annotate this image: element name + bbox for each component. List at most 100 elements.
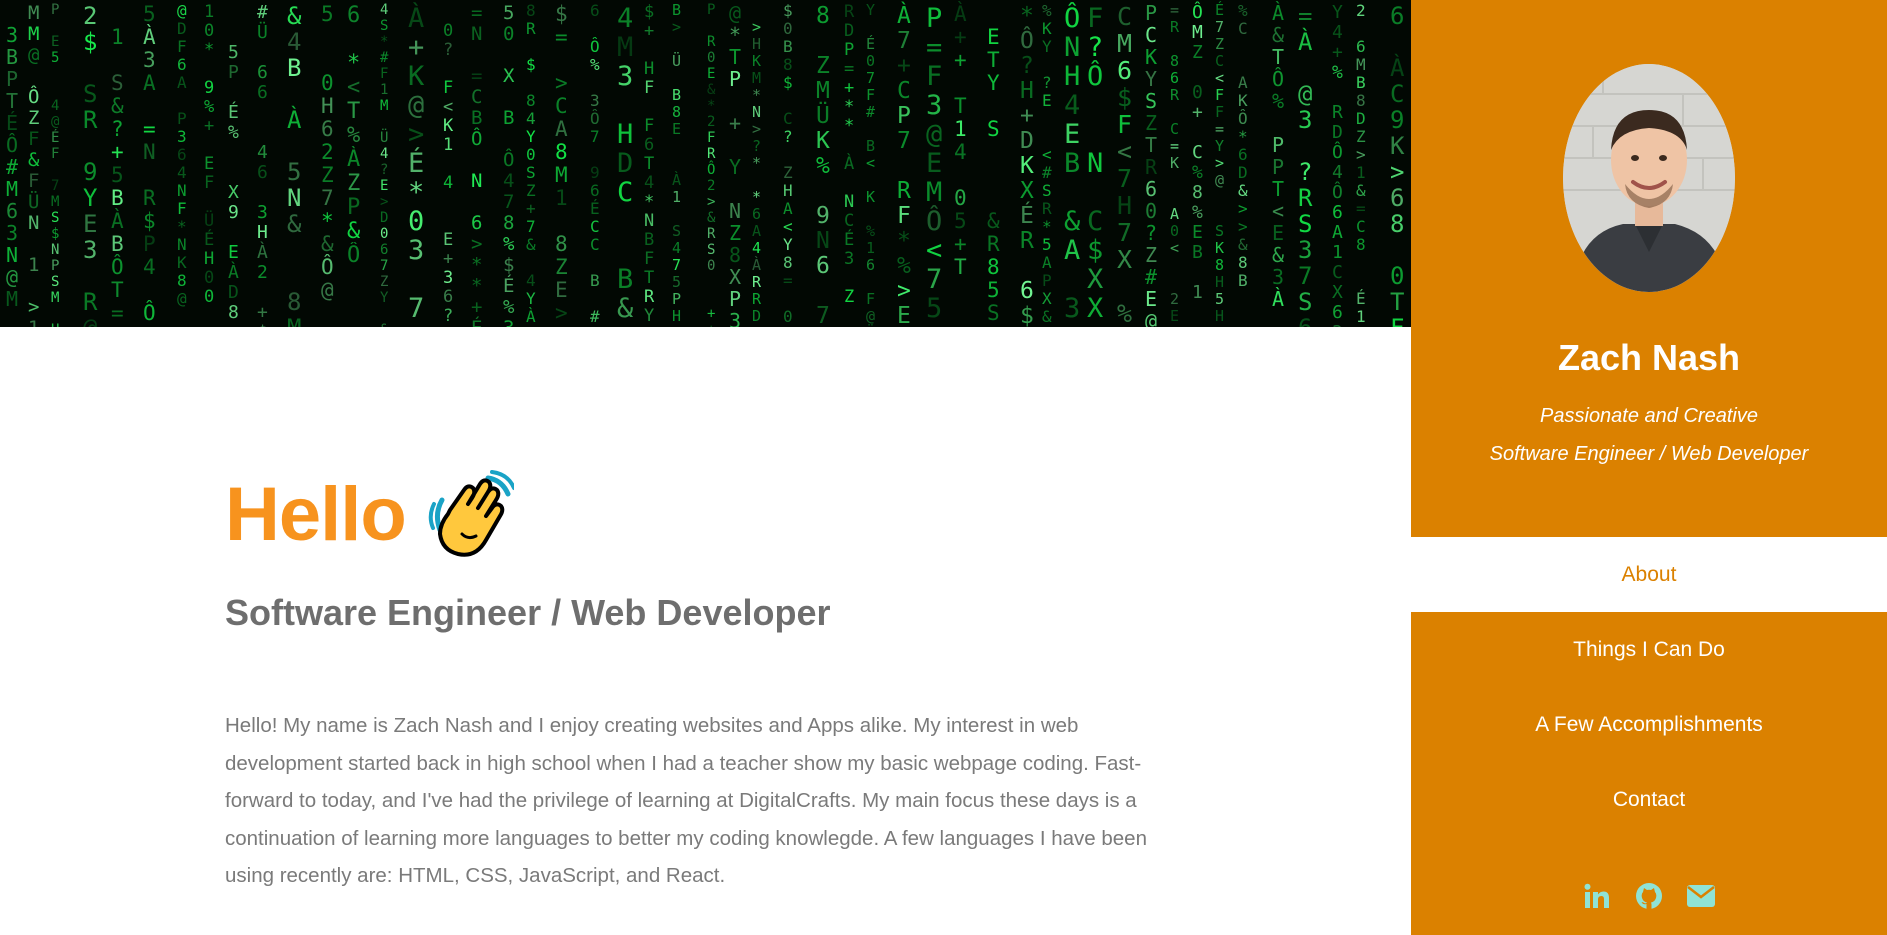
svg-text:Ü: Ü [204, 209, 214, 231]
svg-text:7: 7 [51, 178, 59, 194]
svg-text:Ô: Ô [1064, 2, 1080, 34]
svg-text:&: & [1272, 243, 1284, 267]
svg-text:6: 6 [347, 3, 360, 28]
svg-text:M: M [617, 32, 633, 63]
svg-text:@: @ [28, 44, 39, 66]
svg-text:&: & [287, 2, 302, 30]
svg-text:F: F [177, 37, 187, 56]
svg-text:K: K [1215, 239, 1224, 257]
svg-text:+: + [471, 296, 482, 318]
github-icon[interactable] [1633, 880, 1665, 912]
svg-text:E: E [1145, 287, 1157, 311]
svg-text:6: 6 [443, 287, 453, 307]
svg-text:6: 6 [1390, 2, 1404, 30]
svg-text:K: K [1020, 153, 1034, 179]
svg-text:À: À [752, 255, 761, 274]
svg-text:6: 6 [1170, 69, 1179, 87]
nav-item-contact[interactable]: Contact [1411, 762, 1887, 837]
svg-text:Ô: Ô [1238, 109, 1248, 128]
svg-text:M: M [926, 177, 942, 208]
svg-text:R: R [1170, 18, 1180, 36]
bio-paragraph: Hello! My name is Zach Nash and I enjoy … [225, 714, 1147, 887]
envelope-icon[interactable] [1685, 880, 1717, 912]
svg-text:5: 5 [287, 158, 301, 186]
svg-text:Y: Y [526, 289, 536, 308]
svg-text:T: T [954, 94, 967, 118]
svg-text:#: # [1145, 265, 1157, 289]
svg-text:S: S [111, 71, 124, 95]
svg-text:0: 0 [1170, 222, 1179, 240]
svg-text:B: B [1356, 73, 1366, 92]
svg-text:Ô: Ô [590, 109, 600, 128]
svg-text:Z: Z [1356, 127, 1366, 146]
svg-text:T: T [644, 268, 654, 288]
svg-text:É: É [408, 147, 424, 179]
svg-text:D: D [617, 148, 633, 179]
svg-text:4: 4 [380, 146, 388, 162]
svg-text:Ü: Ü [866, 323, 875, 327]
svg-text:9: 9 [816, 203, 830, 229]
svg-text:0: 0 [321, 71, 334, 95]
svg-text:À: À [257, 241, 268, 263]
svg-text:*: * [844, 97, 854, 117]
svg-text:7: 7 [526, 217, 536, 236]
svg-text:3: 3 [408, 235, 424, 266]
svg-text:6: 6 [1332, 202, 1343, 223]
svg-text:@: @ [177, 289, 187, 308]
svg-text:K: K [816, 128, 830, 154]
svg-text:%: % [1238, 1, 1248, 20]
svg-text:#: # [1042, 163, 1052, 182]
svg-text:>: > [672, 18, 681, 36]
svg-text:Z: Z [1192, 42, 1203, 63]
svg-text:M: M [51, 194, 59, 210]
svg-text:$: $ [555, 2, 568, 26]
svg-text:8: 8 [526, 91, 536, 110]
svg-text:C: C [1117, 2, 1132, 31]
svg-text:%: % [228, 122, 239, 143]
svg-text:6: 6 [257, 82, 268, 103]
svg-text:5: 5 [1215, 290, 1224, 308]
svg-text:4: 4 [954, 140, 967, 164]
nav-item-things-i-can-do[interactable]: Things I Can Do [1411, 612, 1887, 687]
svg-text:%: % [1332, 62, 1343, 83]
svg-text:6: 6 [590, 181, 600, 200]
nav-item-about[interactable]: About [1411, 537, 1887, 612]
svg-text:6: 6 [380, 242, 388, 258]
svg-text:B: B [617, 264, 633, 295]
svg-text:3: 3 [503, 317, 514, 327]
nav-item-accomplishments[interactable]: A Few Accomplishments [1411, 687, 1887, 762]
svg-text:X: X [228, 182, 239, 203]
svg-text:*: * [1042, 217, 1052, 236]
svg-text:H: H [1117, 191, 1132, 220]
svg-text:K: K [866, 188, 875, 206]
svg-text:H: H [257, 222, 268, 243]
svg-text:#: # [257, 2, 268, 23]
portfolio-page: 3BPTÉÔ#M63N@MMM@ÔZF&FÜN1>1PE54@ÉF7MS$NPS… [0, 0, 1887, 935]
svg-text:R: R [707, 226, 716, 242]
svg-text:#: # [380, 50, 389, 66]
svg-text:É: É [471, 316, 482, 327]
svg-text:0: 0 [204, 287, 214, 307]
svg-text:&: & [321, 232, 334, 256]
svg-text:À: À [228, 261, 239, 283]
svg-text:Ô: Ô [6, 133, 18, 157]
svg-text:F: F [1215, 103, 1224, 121]
svg-text:7: 7 [408, 293, 424, 324]
svg-text:T: T [1272, 177, 1284, 201]
svg-text:?: ? [783, 127, 793, 146]
svg-text:2: 2 [707, 114, 715, 130]
svg-text:N: N [816, 228, 830, 254]
svg-text:F: F [897, 203, 911, 229]
svg-text:*: * [1238, 127, 1248, 146]
svg-text:=: = [783, 271, 793, 290]
svg-text:@: @ [1215, 171, 1224, 189]
svg-text:N: N [1064, 32, 1080, 63]
linkedin-icon[interactable] [1581, 880, 1613, 912]
svg-text:E: E [707, 66, 715, 82]
svg-text:É: É [503, 274, 514, 297]
svg-text:H: H [1215, 307, 1224, 325]
svg-text:Z: Z [347, 171, 360, 196]
sidebar: Zach Nash Passionate and Creative Softwa… [1411, 0, 1887, 935]
svg-text:B: B [590, 271, 600, 290]
svg-text:X: X [1332, 282, 1343, 303]
